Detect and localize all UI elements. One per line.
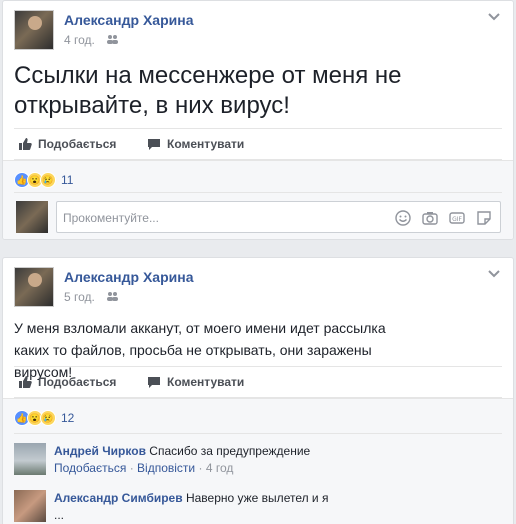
post-author[interactable]: Александр Харина xyxy=(64,12,193,28)
commenter-name[interactable]: Александр Симбирев xyxy=(54,491,183,505)
comment-icon xyxy=(148,377,160,388)
comment-button[interactable]: Коментувати xyxy=(147,137,244,151)
comment-body: Александр Симбирев Наверно уже вылетел и… xyxy=(54,490,328,524)
comment-input[interactable]: Прокоментуйте... GIF xyxy=(56,201,501,233)
post-author[interactable]: Александр Харина xyxy=(64,269,193,285)
friends-audience-icon xyxy=(107,292,118,301)
post-actions: Подобається Коментувати xyxy=(14,128,502,160)
composer-icons: GIF xyxy=(394,209,492,226)
divider xyxy=(14,433,502,434)
comment-button[interactable]: Коментувати xyxy=(147,375,244,389)
reaction-count: 11 xyxy=(61,173,74,187)
separator: · xyxy=(129,461,134,475)
emoji-icon[interactable] xyxy=(394,209,411,226)
thumbs-up-icon xyxy=(19,376,32,388)
post-text: Ссылки на мессенжере от меня не открывай… xyxy=(14,62,402,119)
commenter-avatar[interactable] xyxy=(14,490,46,522)
post-time[interactable]: 4 год. xyxy=(64,33,95,47)
comment-like-link[interactable]: Подобається xyxy=(54,461,126,475)
commenter-name[interactable]: Андрей Чирков xyxy=(54,444,146,458)
sticker-icon[interactable] xyxy=(475,209,492,226)
like-label: Подобається xyxy=(38,375,117,389)
post-options-chevron-icon[interactable] xyxy=(488,270,500,278)
separator: · xyxy=(198,461,203,475)
post-footer: 👍 😮 😢 11 Прокоментуйте... GIF xyxy=(3,160,513,239)
comment-item: Александр Симбирев Наверно уже вылетел и… xyxy=(14,490,502,524)
sad-reaction-icon: 😢 xyxy=(40,172,56,188)
comment-more: ... xyxy=(54,508,65,522)
svg-text:GIF: GIF xyxy=(452,216,462,223)
comment-text: Наверно уже вылетел и я xyxy=(185,491,329,505)
author-avatar[interactable] xyxy=(14,267,54,307)
comment-item: Андрей Чирков Спасибо за предупреждение … xyxy=(14,443,502,479)
divider xyxy=(14,192,502,193)
comment-composer: Прокоментуйте... GIF xyxy=(16,201,501,233)
comment-body: Андрей Чирков Спасибо за предупреждение … xyxy=(54,443,310,477)
comment-time[interactable]: 4 год xyxy=(206,461,234,475)
current-user-avatar xyxy=(16,201,48,233)
comment-icon xyxy=(148,139,160,150)
reactions-summary[interactable]: 👍 😮 😢 11 xyxy=(14,172,73,188)
like-label: Подобається xyxy=(38,137,117,151)
reactions-summary[interactable]: 👍 😮 😢 12 xyxy=(14,410,74,426)
camera-icon[interactable] xyxy=(421,209,438,226)
friends-audience-icon xyxy=(107,35,118,44)
thumbs-up-icon xyxy=(19,138,32,150)
comment-text: Спасибо за предупреждение xyxy=(149,444,311,458)
comment-placeholder: Прокоментуйте... xyxy=(63,211,159,225)
like-button[interactable]: Подобається xyxy=(18,375,116,389)
post-options-chevron-icon[interactable] xyxy=(488,13,500,21)
comment-reply-link[interactable]: Відповісти xyxy=(137,461,195,475)
post-time[interactable]: 5 год. xyxy=(64,290,95,304)
post-card: Александр Харина 5 год. У меня взломали … xyxy=(2,257,514,524)
comment-label: Коментувати xyxy=(167,375,245,389)
reaction-count: 12 xyxy=(61,411,75,425)
gif-icon[interactable]: GIF xyxy=(448,209,465,226)
post-actions: Подобається Коментувати xyxy=(14,366,502,398)
sad-reaction-icon: 😢 xyxy=(40,410,56,426)
author-avatar[interactable] xyxy=(14,10,54,50)
like-button[interactable]: Подобається xyxy=(18,137,116,151)
post-card: Александр Харина 4 год. Ссылки на мессен… xyxy=(2,0,514,240)
post-footer: 👍 😮 😢 12 Андрей Чирков Спасибо за предуп… xyxy=(3,398,513,524)
comment-label: Коментувати xyxy=(167,137,245,151)
commenter-avatar[interactable] xyxy=(14,443,46,475)
